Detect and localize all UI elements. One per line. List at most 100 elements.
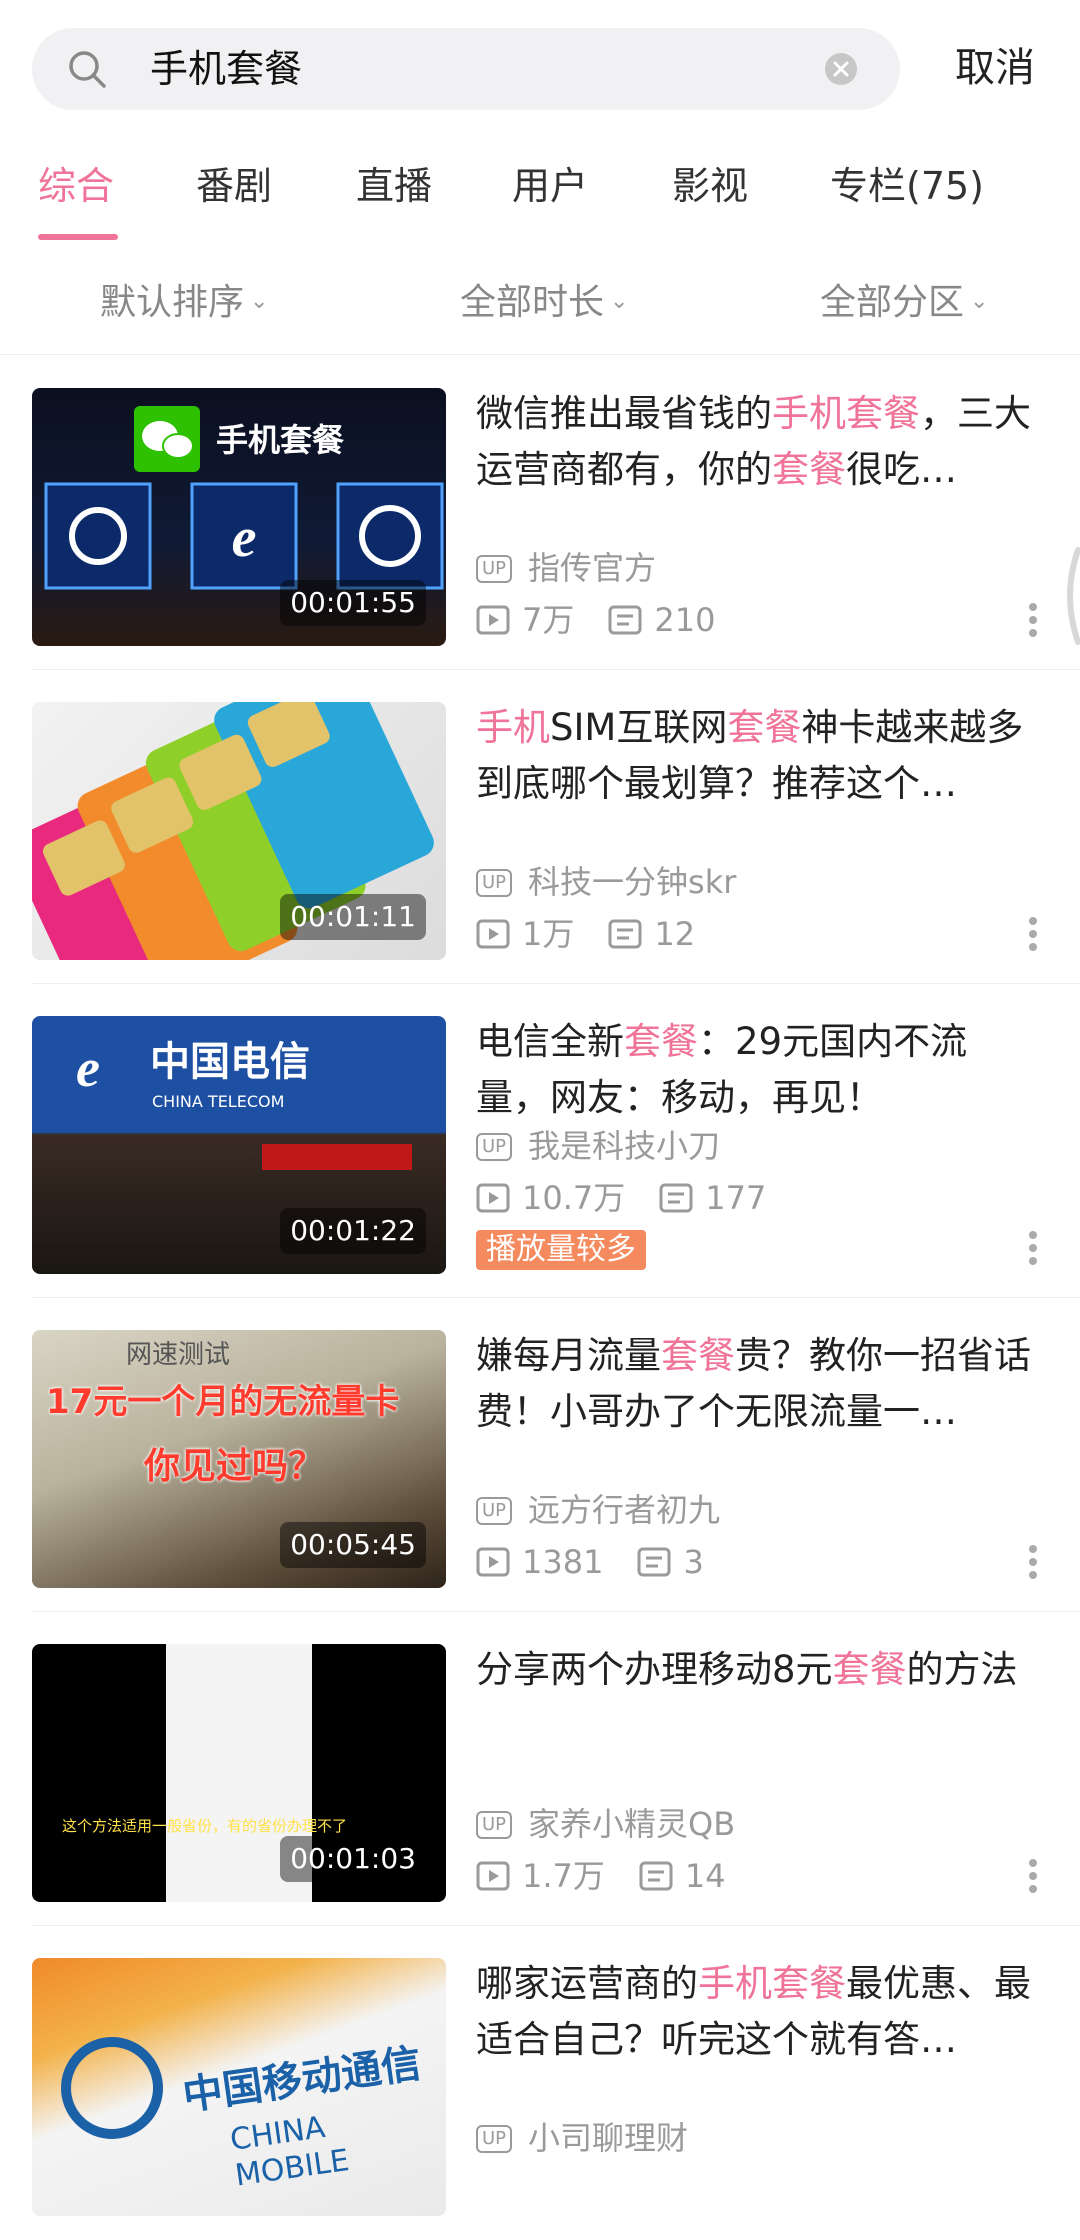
play-count-icon xyxy=(476,1547,510,1577)
search-icon xyxy=(69,51,106,88)
tab-users[interactable]: 用户 xyxy=(512,160,588,212)
title-text: SIM互联网 xyxy=(550,706,728,749)
more-options-icon[interactable] xyxy=(1028,1858,1038,1894)
filter-sort[interactable]: 默认排序 ⌄ xyxy=(100,276,268,329)
danmaku-icon xyxy=(608,919,642,949)
uploader-name: 我是科技小刀 xyxy=(528,1127,721,1165)
video-stats: 1万 12 xyxy=(476,912,695,956)
filter-category-label: 全部分区 xyxy=(820,282,965,323)
video-title[interactable]: 电信全新套餐：29元国内不流量，网友：移动，再见！ xyxy=(476,1014,1040,1126)
more-options-icon[interactable] xyxy=(1028,602,1038,638)
comment-count: 12 xyxy=(654,915,696,953)
tab-active-indicator xyxy=(38,234,118,240)
search-query[interactable]: 手机套餐 xyxy=(150,44,302,94)
filter-duration[interactable]: 全部时长 ⌄ xyxy=(460,276,628,329)
filter-category[interactable]: 全部分区 ⌄ xyxy=(820,276,988,329)
tab-anime[interactable]: 番剧 xyxy=(196,160,272,212)
video-thumbnail[interactable]: e 中国电信 CHINA TELECOM 00:01:22 xyxy=(32,1016,446,1274)
uploader-name: 远方行者初九 xyxy=(528,1491,721,1529)
video-duration: 00:01:11 xyxy=(280,894,426,940)
uploader[interactable]: UP 家养小精灵QB xyxy=(476,1802,735,1846)
video-title[interactable]: 分享两个办理移动8元套餐的方法 xyxy=(476,1642,1040,1698)
title-highlight: 套餐 xyxy=(624,1020,698,1063)
comment-count: 3 xyxy=(683,1543,704,1581)
uploader[interactable]: UP 小司聊理财 xyxy=(476,2116,688,2160)
video-thumbnail[interactable]: 这个方法适用一般省份，有的省份办理不了 00:01:03 xyxy=(32,1644,446,1902)
view-count: 1万 xyxy=(522,915,575,953)
thumbnail-caption: 网速测试 xyxy=(126,1340,231,1370)
video-item[interactable]: 00:01:11 手机SIM互联网套餐神卡越来越多 到底哪个最划算？推荐这个… … xyxy=(0,670,1080,984)
video-title[interactable]: 嫌每月流量套餐贵？教你一招省话费！小哥办了个无限流量一… xyxy=(476,1328,1040,1440)
up-icon: UP xyxy=(476,2125,513,2153)
uploader[interactable]: UP 我是科技小刀 xyxy=(476,1124,720,1168)
chevron-down-icon: ⌄ xyxy=(970,289,989,314)
video-thumbnail[interactable]: 00:01:11 xyxy=(32,702,446,960)
tab-movies[interactable]: 影视 xyxy=(672,160,748,212)
view-count: 7万 xyxy=(522,601,575,639)
comment-count: 177 xyxy=(705,1179,767,1217)
chevron-down-icon: ⌄ xyxy=(610,289,629,314)
uploader-name: 指传官方 xyxy=(528,549,657,587)
play-count-icon xyxy=(476,1861,510,1891)
title-highlight: 套餐 xyxy=(727,706,802,749)
thumbnail-caption: 这个方法适用一般省份，有的省份办理不了 xyxy=(62,1817,348,1835)
title-highlight: 套餐 xyxy=(832,1648,907,1691)
filter-bar: 默认排序 ⌄ 全部时长 ⌄ 全部分区 ⌄ xyxy=(0,242,1080,355)
video-thumbnail[interactable]: 网速测试 17元一个月的无流量卡 你见过吗？ 00:05:45 xyxy=(32,1330,446,1588)
up-icon: UP xyxy=(476,555,513,583)
danmaku-icon xyxy=(608,605,642,635)
view-count: 1381 xyxy=(522,1543,604,1581)
view-count: 1.7万 xyxy=(522,1857,605,1895)
video-item[interactable]: e 手机套餐 00:01:55 微信推出最省钱的手机套餐，三大运营商都有，你的套… xyxy=(0,356,1080,670)
video-item[interactable]: e 中国电信 CHINA TELECOM 00:01:22 电信全新套餐：29元… xyxy=(0,984,1080,1298)
video-item[interactable]: 中国移动通信 CHINA MOBILE 哪家运营商的手机套餐最优惠、最适合自己？… xyxy=(0,1926,1080,2240)
play-count-icon xyxy=(476,1183,510,1213)
svg-text:e: e xyxy=(76,1038,100,1098)
thumbnail-caption-secondary: 17元一个月的无流量卡 xyxy=(46,1382,400,1422)
title-text: 微信推出最省钱的 xyxy=(476,392,772,435)
title-highlight: 套餐 xyxy=(661,1334,735,1377)
chevron-down-icon: ⌄ xyxy=(250,289,269,314)
video-stats: 10.7万 177 xyxy=(476,1176,766,1220)
uploader[interactable]: UP 指传官方 xyxy=(476,546,656,590)
scroll-handle[interactable] xyxy=(1058,546,1080,646)
search-bar: 手机套餐 取消 xyxy=(0,0,1080,130)
video-title[interactable]: 手机SIM互联网套餐神卡越来越多 到底哪个最划算？推荐这个… xyxy=(476,700,1040,812)
comment-count: 14 xyxy=(684,1857,726,1895)
video-thumbnail[interactable]: 中国移动通信 CHINA MOBILE xyxy=(32,1958,446,2216)
video-duration: 00:01:55 xyxy=(280,580,426,626)
play-count-icon xyxy=(476,919,510,949)
title-text: 很吃… xyxy=(846,448,957,491)
uploader-name: 小司聊理财 xyxy=(528,2119,689,2157)
tab-live[interactable]: 直播 xyxy=(356,160,432,212)
tab-columns[interactable]: 专栏(75) xyxy=(830,160,984,212)
thumbnail-caption-secondary: CHINA TELECOM xyxy=(152,1092,285,1111)
video-thumbnail[interactable]: e 手机套餐 00:01:55 xyxy=(32,388,446,646)
uploader-name: 科技一分钟skr xyxy=(528,863,737,901)
tab-comprehensive[interactable]: 综合 xyxy=(38,160,114,212)
video-item[interactable]: 网速测试 17元一个月的无流量卡 你见过吗？ 00:05:45 嫌每月流量套餐贵… xyxy=(0,1298,1080,1612)
search-tabs: 综合 番剧 直播 用户 影视 专栏(75) xyxy=(0,130,1080,242)
more-options-icon[interactable] xyxy=(1028,1544,1038,1580)
video-title[interactable]: 哪家运营商的手机套餐最优惠、最适合自己？听完这个就有答… xyxy=(476,1956,1040,2068)
video-title[interactable]: 微信推出最省钱的手机套餐，三大运营商都有，你的套餐很吃… xyxy=(476,386,1040,498)
svg-text:e: e xyxy=(232,507,257,569)
title-text: 电信全新 xyxy=(476,1020,624,1063)
video-item[interactable]: 这个方法适用一般省份，有的省份办理不了 00:01:03 分享两个办理移动8元套… xyxy=(0,1612,1080,1926)
title-highlight: 手机 xyxy=(476,706,550,749)
video-duration: 00:05:45 xyxy=(280,1522,426,1568)
cancel-button[interactable]: 取消 xyxy=(955,40,1035,96)
search-input[interactable]: 手机套餐 xyxy=(32,28,900,110)
play-count-icon xyxy=(476,605,510,635)
title-highlight: 手机套餐 xyxy=(698,1962,846,2005)
title-highlight: 套餐 xyxy=(772,448,846,491)
clear-icon[interactable] xyxy=(824,52,858,86)
up-icon: UP xyxy=(476,1497,513,1525)
title-text: 分享两个办理移动8元 xyxy=(476,1648,833,1691)
comment-count: 210 xyxy=(654,601,716,639)
uploader[interactable]: UP 科技一分钟skr xyxy=(476,860,736,904)
more-options-icon[interactable] xyxy=(1028,1230,1038,1266)
title-text: 哪家运营商的 xyxy=(476,1962,698,2005)
more-options-icon[interactable] xyxy=(1028,916,1038,952)
uploader[interactable]: UP 远方行者初九 xyxy=(476,1488,720,1532)
